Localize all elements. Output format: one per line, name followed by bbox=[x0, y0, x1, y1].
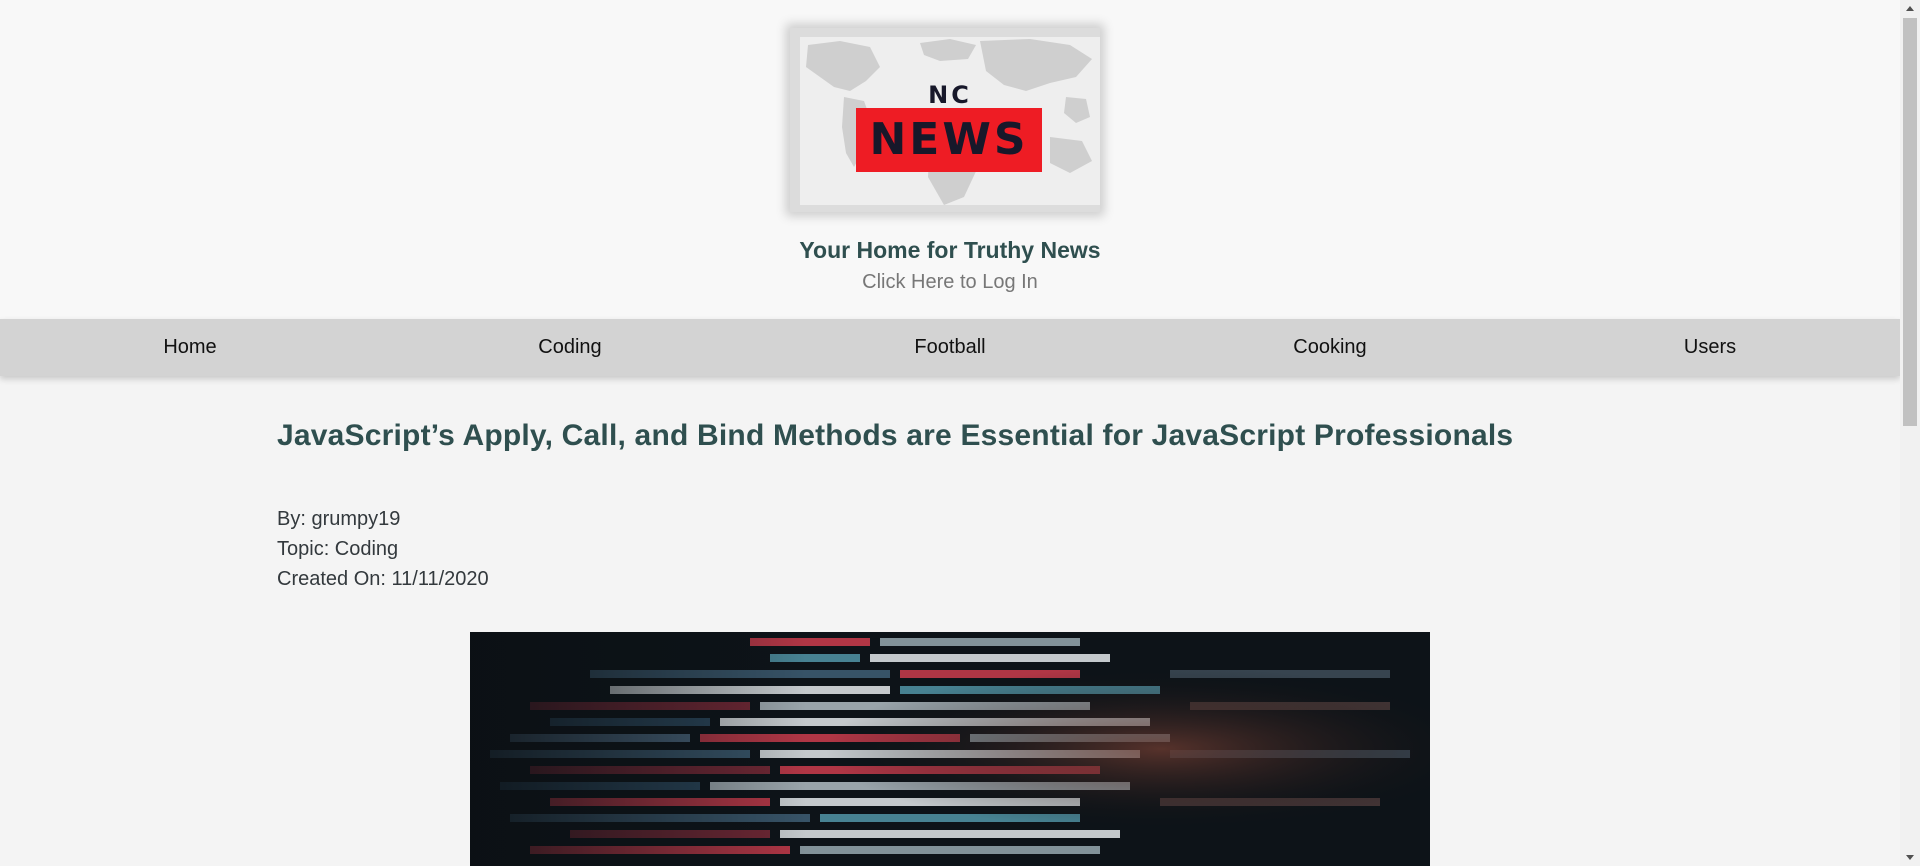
main-nav: Home Coding Football Cooking Users bbox=[0, 319, 1900, 376]
nav-item-users[interactable]: Users bbox=[1520, 319, 1900, 376]
logo-news-text: NEWS bbox=[869, 114, 1029, 165]
article-meta: By: grumpy19 Topic: Coding Created On: 1… bbox=[277, 504, 489, 594]
nav-item-coding[interactable]: Coding bbox=[380, 319, 760, 376]
scrollbar-thumb[interactable] bbox=[1903, 18, 1917, 426]
nav-item-cooking[interactable]: Cooking bbox=[1140, 319, 1520, 376]
logo-panel: NC NEWS bbox=[800, 37, 1100, 205]
article-created-date: Created On: 11/11/2020 bbox=[277, 568, 489, 590]
article-image bbox=[470, 632, 1430, 866]
scroll-up-arrow-icon[interactable] bbox=[1900, 0, 1920, 17]
article-title: JavaScript’s Apply, Call, and Bind Metho… bbox=[277, 419, 1514, 452]
login-link[interactable]: Click Here to Log In bbox=[0, 271, 1900, 294]
article-topic: Topic: Coding bbox=[277, 538, 399, 560]
site-logo[interactable]: NC NEWS bbox=[790, 28, 1100, 212]
site-tagline: Your Home for Truthy News bbox=[799, 237, 1101, 263]
nav-item-football[interactable]: Football bbox=[760, 319, 1140, 376]
vertical-scrollbar[interactable] bbox=[1900, 0, 1920, 866]
article-author: By: grumpy19 bbox=[277, 508, 401, 530]
logo-nc-text: NC bbox=[928, 81, 972, 109]
page: NC NEWS Your Home for Truthy News Click … bbox=[0, 0, 1900, 866]
code-screen-image-icon bbox=[470, 632, 1430, 866]
site-header: NC NEWS Your Home for Truthy News Click … bbox=[0, 0, 1900, 320]
logo-news-banner: NEWS bbox=[856, 108, 1042, 172]
nav-item-home[interactable]: Home bbox=[0, 319, 380, 376]
scroll-down-arrow-icon[interactable] bbox=[1900, 849, 1920, 866]
